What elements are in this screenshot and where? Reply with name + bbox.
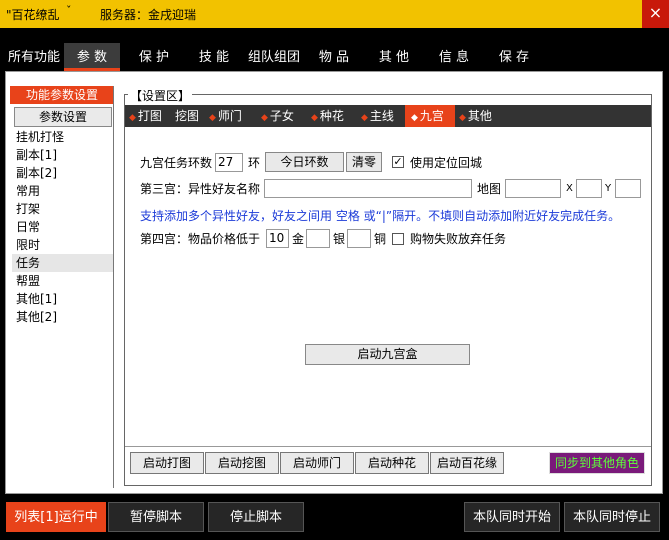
bullet-icon: ◆ bbox=[209, 113, 216, 123]
subtab-flowers[interactable]: ◆ 种花 bbox=[311, 105, 357, 127]
subtab-children[interactable]: ◆ 子女 bbox=[261, 105, 307, 127]
bullet-icon: ◆ bbox=[311, 113, 318, 123]
rings-input[interactable]: 27 bbox=[215, 153, 243, 172]
bullet-icon: ◆ bbox=[459, 113, 466, 123]
map-input[interactable] bbox=[505, 179, 561, 198]
subtab-school[interactable]: ◆ 师门 bbox=[209, 105, 255, 127]
settings-legend: 【设置区】 bbox=[128, 87, 193, 104]
sidebar-item-hunt[interactable]: 挂机打怪 bbox=[12, 128, 114, 146]
x-label: X bbox=[566, 183, 573, 194]
subtab-label: 挖图 bbox=[175, 109, 200, 123]
tab-skills[interactable]: 技 能 bbox=[188, 43, 240, 71]
use-locate-return-label: 使用定位回城 bbox=[410, 156, 483, 170]
sidebar-header: 功能参数设置 bbox=[10, 86, 114, 104]
map-label: 地图 bbox=[477, 182, 502, 196]
tab-all-functions[interactable]: 所有功能 bbox=[4, 43, 64, 71]
bullet-icon: ◆ bbox=[129, 113, 136, 123]
tab-params[interactable]: 参 数 bbox=[64, 43, 120, 71]
ring-unit: 环 bbox=[248, 156, 261, 170]
fourth-palace-label: 第四宫：物品价格低于 bbox=[140, 232, 261, 246]
subtab-nine-palace[interactable]: ◆ 九宫 bbox=[405, 105, 455, 127]
sidebar-divider bbox=[113, 86, 114, 488]
silver-unit: 银 bbox=[333, 232, 346, 246]
tab-protect[interactable]: 保 护 bbox=[128, 43, 180, 71]
sidebar-item-common[interactable]: 常用 bbox=[12, 182, 114, 200]
param-settings-button[interactable]: 参数设置 bbox=[14, 107, 112, 127]
stop-script-button[interactable]: 停止脚本 bbox=[208, 502, 304, 532]
sidebar-list: 挂机打怪 副本[1] 副本[2] 常用 打架 日常 限时 任务 帮盟 其他[1]… bbox=[12, 128, 114, 488]
y-input[interactable] bbox=[615, 179, 641, 198]
bullet-icon: ◆ bbox=[361, 113, 368, 123]
third-palace-label: 第三宫：异性好友名称 bbox=[140, 182, 261, 196]
rings-label: 九宫任务环数 bbox=[140, 156, 213, 170]
run-list-status-button[interactable]: 列表[1]运行中 bbox=[6, 502, 106, 532]
gold-unit: 金 bbox=[292, 232, 305, 246]
tab-items[interactable]: 物 品 bbox=[308, 43, 360, 71]
y-label: Y bbox=[605, 183, 612, 194]
sidebar-item-other-2[interactable]: 其他[2] bbox=[12, 308, 114, 326]
start-map-button[interactable]: 启动打图 bbox=[130, 452, 204, 474]
start-nine-palace-button[interactable]: 启动九宫盒 bbox=[305, 344, 470, 365]
start-baihuayuan-button[interactable]: 启动百花缘 bbox=[430, 452, 504, 474]
tab-save[interactable]: 保 存 bbox=[488, 43, 540, 71]
subtab-map[interactable]: ◆ 打图 bbox=[129, 105, 175, 127]
sidebar-item-daily[interactable]: 日常 bbox=[12, 218, 114, 236]
sidebar-item-dungeon-2[interactable]: 副本[2] bbox=[12, 164, 114, 182]
subtab-dig[interactable]: 挖图 bbox=[175, 105, 209, 127]
subtab-other[interactable]: ◆ 其他 bbox=[459, 105, 505, 127]
main-tab-bar: 所有功能 参 数 保 护 技 能 组队组团 物 品 其 他 信 息 保 存 bbox=[0, 43, 669, 71]
subtab-label: 种花 bbox=[319, 109, 344, 123]
tab-info[interactable]: 信 息 bbox=[428, 43, 480, 71]
close-icon[interactable]: × bbox=[642, 0, 669, 28]
gold-input[interactable]: 10 bbox=[266, 229, 289, 248]
sidebar-item-timed[interactable]: 限时 bbox=[12, 236, 114, 254]
title-bar: "百花缭乱 ˇ 服务器：金戌迎瑞 × bbox=[0, 0, 669, 28]
sidebar-item-quest[interactable]: 任务 bbox=[12, 254, 114, 272]
clear-button[interactable]: 清零 bbox=[346, 152, 382, 172]
subtab-label: 师门 bbox=[217, 109, 242, 123]
window-title: "百花缭乱 bbox=[6, 8, 60, 22]
sidebar-item-guild[interactable]: 帮盟 bbox=[12, 272, 114, 290]
team-start-button[interactable]: 本队同时开始 bbox=[464, 502, 560, 532]
friend-hint-text: 支持添加多个异性好友，好友之间用 空格 或“|”隔开。不填则自动添加附近好友完成… bbox=[140, 209, 621, 223]
today-rings-button[interactable]: 今日环数 bbox=[265, 152, 344, 172]
copper-unit: 铜 bbox=[374, 232, 387, 246]
use-locate-return-checkbox[interactable]: ✓ bbox=[392, 156, 404, 168]
copper-input[interactable] bbox=[347, 229, 371, 248]
subtab-label: 九宫 bbox=[419, 109, 444, 123]
bullet-icon: ◆ bbox=[261, 113, 268, 123]
team-stop-button[interactable]: 本队同时停止 bbox=[564, 502, 660, 532]
subtab-label: 子女 bbox=[269, 109, 294, 123]
tab-team[interactable]: 组队组团 bbox=[244, 43, 304, 71]
pause-script-button[interactable]: 暂停脚本 bbox=[108, 502, 204, 532]
tab-other[interactable]: 其 他 bbox=[368, 43, 420, 71]
sync-to-others-button[interactable]: 同步到其他角色 bbox=[549, 452, 645, 474]
buy-fail-abandon-label: 购物失败放弃任务 bbox=[410, 232, 507, 246]
sub-tab-bar: ◆ 打图 挖图 ◆ 师门 ◆ 子女 ◆ 种花 ◆ 主线 ◆ 九宫 ◆ 其他 bbox=[125, 105, 651, 127]
subtab-main-quest[interactable]: ◆ 主线 bbox=[361, 105, 407, 127]
subtab-label: 打图 bbox=[137, 109, 162, 123]
server-label: 服务器：金戌迎瑞 bbox=[100, 8, 197, 22]
friend-name-input[interactable] bbox=[264, 179, 472, 198]
sidebar-item-fight[interactable]: 打架 bbox=[12, 200, 114, 218]
sidebar-item-other-1[interactable]: 其他[1] bbox=[12, 290, 114, 308]
buy-fail-abandon-checkbox[interactable] bbox=[392, 233, 404, 245]
bullet-icon: ◆ bbox=[411, 113, 418, 123]
start-dig-button[interactable]: 启动挖图 bbox=[205, 452, 279, 474]
start-school-button[interactable]: 启动师门 bbox=[280, 452, 354, 474]
x-input[interactable] bbox=[576, 179, 602, 198]
title-dropdown-icon[interactable]: ˇ bbox=[66, 4, 72, 17]
subtab-label: 主线 bbox=[369, 109, 394, 123]
start-flowers-button[interactable]: 启动种花 bbox=[355, 452, 429, 474]
sidebar-item-dungeon-1[interactable]: 副本[1] bbox=[12, 146, 114, 164]
subtab-label: 其他 bbox=[467, 109, 492, 123]
silver-input[interactable] bbox=[306, 229, 330, 248]
settings-group bbox=[124, 94, 652, 486]
